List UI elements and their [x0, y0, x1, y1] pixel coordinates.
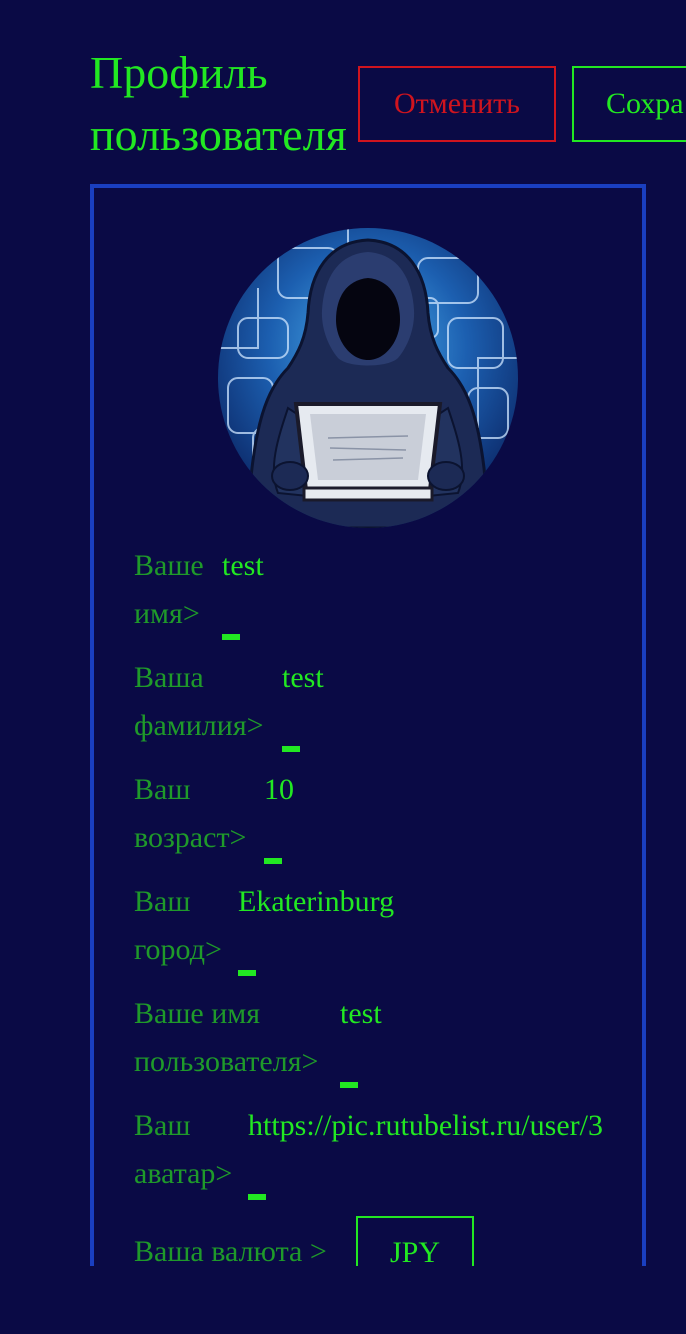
last-name-label: Ваша фамилия>	[134, 661, 264, 742]
page-bottom-area	[0, 1266, 686, 1334]
page-title: Профиль пользователя	[90, 47, 347, 160]
city-label: Ваш город>	[134, 885, 222, 966]
last-name-cursor	[282, 746, 300, 752]
first-name-cursor	[222, 634, 240, 640]
city-cursor	[238, 970, 256, 976]
username-label: Ваше имя пользователя>	[134, 997, 319, 1078]
age-input[interactable]: 10	[264, 766, 294, 814]
cancel-button[interactable]: Отменить	[358, 66, 556, 142]
username-cursor	[340, 1082, 358, 1088]
save-button[interactable]: Сохра	[572, 66, 686, 142]
city-input[interactable]: Ekaterinburg	[238, 878, 394, 926]
age-label: Ваш возраст>	[134, 773, 247, 854]
avatar	[218, 228, 518, 528]
age-cursor	[264, 858, 282, 864]
username-input[interactable]: test	[340, 990, 382, 1038]
profile-page: Профиль пользователя Отменить Сохра Ваше…	[0, 0, 686, 1334]
last-name-input[interactable]: test	[282, 654, 324, 702]
avatar-url-label: Ваш аватар>	[134, 1109, 233, 1190]
first-name-input[interactable]: test	[222, 542, 264, 590]
avatar-url-input[interactable]: https://pic.rutubelist.ru/user/3	[248, 1102, 638, 1150]
first-name-label: Ваше имя>	[134, 549, 204, 630]
avatar-url-cursor	[248, 1194, 266, 1200]
hooded-hacker-avatar-icon	[218, 228, 518, 528]
